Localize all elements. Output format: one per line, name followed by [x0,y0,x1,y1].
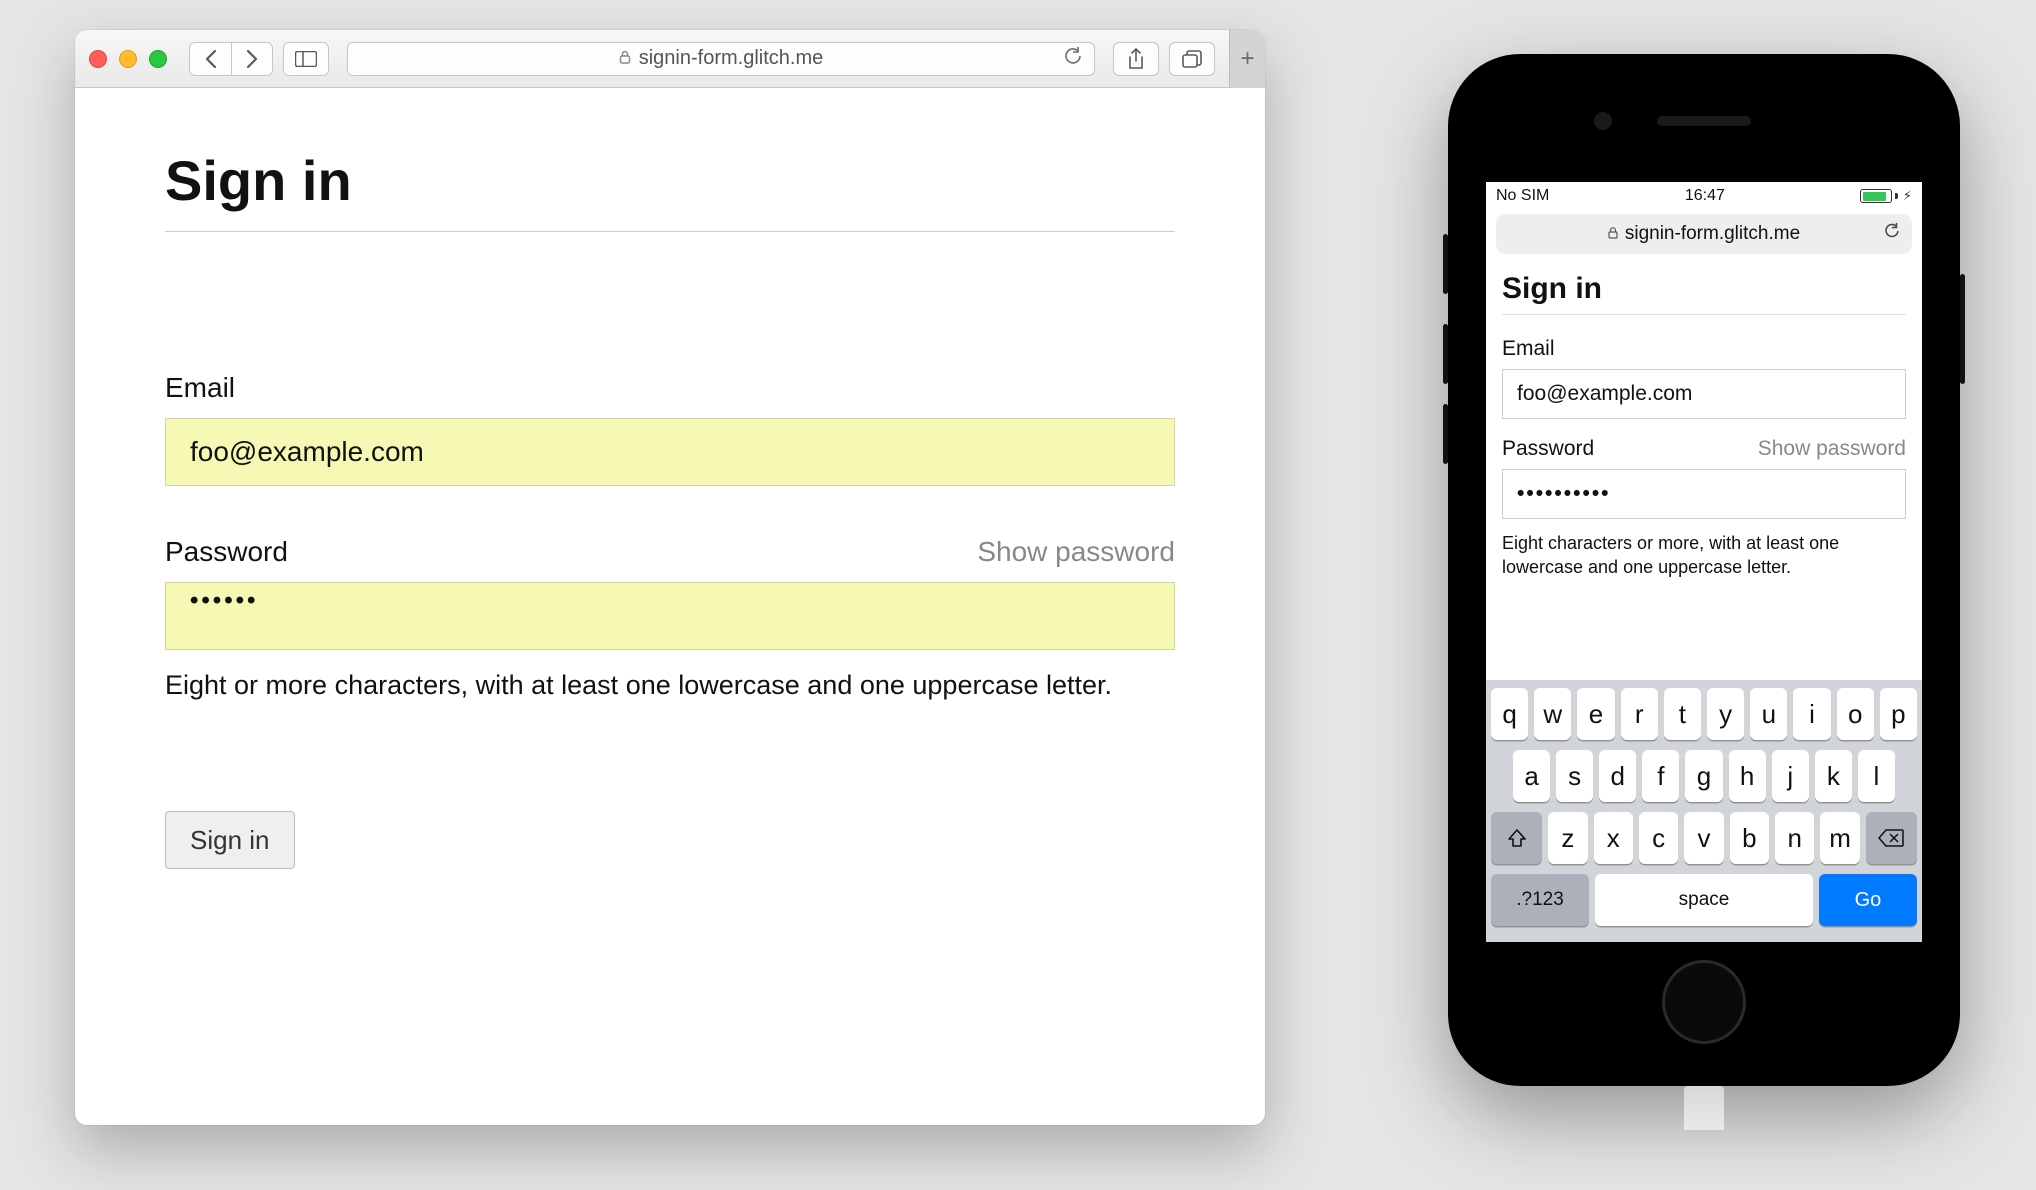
password-group: Password Show password •••••• Eight or m… [165,536,1175,701]
ios-url-text: signin-form.glitch.me [1625,223,1800,245]
key-b[interactable]: b [1730,812,1769,864]
keyboard-row-3: zxcvbnm [1491,812,1917,864]
ios-page-title: Sign in [1502,272,1906,315]
keyboard-row-2: asdfghjkl [1491,750,1917,802]
key-n[interactable]: n [1775,812,1814,864]
key-e[interactable]: e [1577,688,1614,740]
minimize-window-button[interactable] [119,50,137,68]
page-title: Sign in [165,148,1175,232]
key-f[interactable]: f [1642,750,1679,802]
nav-buttons [189,42,273,76]
email-input[interactable] [165,418,1175,486]
password-input[interactable]: •••••• [165,582,1175,650]
key-w[interactable]: w [1534,688,1571,740]
share-button[interactable] [1113,42,1159,76]
password-label: Password [165,536,288,568]
home-button[interactable] [1662,960,1746,1044]
key-g[interactable]: g [1685,750,1722,802]
key-k[interactable]: k [1815,750,1852,802]
ios-email-group: Email [1502,337,1906,419]
ios-address-bar[interactable]: signin-form.glitch.me [1496,214,1912,254]
maximize-window-button[interactable] [149,50,167,68]
url-text: signin-form.glitch.me [639,47,824,70]
key-r[interactable]: r [1621,688,1658,740]
iphone-screen: No SIM 16:47 ⚡︎ signin-form.glitch.me [1486,182,1922,942]
lock-icon [619,50,631,68]
lightning-cable [1684,1086,1724,1130]
sidebar-toggle-button[interactable] [283,42,329,76]
numeric-key[interactable]: .?123 [1491,874,1589,926]
tabs-button[interactable] [1169,42,1215,76]
safari-toolbar: signin-form.glitch.me + [75,30,1265,88]
key-x[interactable]: x [1594,812,1633,864]
key-y[interactable]: y [1707,688,1744,740]
ios-email-label: Email [1502,337,1555,361]
key-t[interactable]: t [1664,688,1701,740]
email-group: Email [165,372,1175,486]
ios-password-label: Password [1502,437,1594,461]
ios-password-value: •••••••••• [1517,482,1611,506]
key-u[interactable]: u [1750,688,1787,740]
status-time: 16:47 [1685,187,1725,205]
ios-email-input[interactable] [1502,369,1906,419]
ios-page-content: Sign in Email Password Show password •••… [1486,264,1922,606]
close-window-button[interactable] [89,50,107,68]
front-camera [1594,112,1612,130]
key-p[interactable]: p [1880,688,1917,740]
keyboard-row-1: qwertyuiop [1491,688,1917,740]
ios-password-input[interactable]: •••••••••• [1502,469,1906,519]
key-v[interactable]: v [1684,812,1723,864]
password-value: •••••• [190,587,258,614]
space-key[interactable]: space [1595,874,1813,926]
ios-keyboard-area: Done qwertyuiop asdfghjkl zxcvbnm [1486,896,1922,942]
password-hint: Eight or more characters, with at least … [165,670,1175,701]
window-controls [89,50,167,68]
shift-key[interactable] [1491,812,1542,864]
safari-window: signin-form.glitch.me + Sign in Email Pa… [75,30,1265,1125]
key-i[interactable]: i [1793,688,1830,740]
page-content: Sign in Email Password Show password •••… [75,88,1265,929]
key-j[interactable]: j [1772,750,1809,802]
speaker [1657,116,1751,126]
key-o[interactable]: o [1837,688,1874,740]
ios-password-hint: Eight characters or more, with at least … [1502,531,1906,580]
iphone-device: No SIM 16:47 ⚡︎ signin-form.glitch.me [1448,54,1960,1086]
keyboard-row-bottom: .?123 space Go [1491,874,1917,926]
go-key[interactable]: Go [1819,874,1917,926]
lock-icon [1608,227,1618,242]
email-label: Email [165,372,235,404]
reload-button[interactable] [1064,47,1082,71]
key-z[interactable]: z [1548,812,1587,864]
show-password-toggle[interactable]: Show password [977,536,1175,568]
address-bar[interactable]: signin-form.glitch.me [347,42,1095,76]
ios-password-group: Password Show password •••••••••• Eight … [1502,437,1906,580]
key-d[interactable]: d [1599,750,1636,802]
forward-button[interactable] [231,42,273,76]
ios-reload-button[interactable] [1884,223,1900,245]
key-s[interactable]: s [1556,750,1593,802]
key-m[interactable]: m [1820,812,1859,864]
carrier-text: No SIM [1496,187,1549,205]
key-l[interactable]: l [1858,750,1895,802]
signin-button[interactable]: Sign in [165,811,295,869]
key-c[interactable]: c [1639,812,1678,864]
key-a[interactable]: a [1513,750,1550,802]
new-tab-button[interactable]: + [1229,30,1265,88]
charging-icon: ⚡︎ [1903,188,1912,204]
key-h[interactable]: h [1729,750,1766,802]
ios-keyboard: qwertyuiop asdfghjkl zxcvbnm .?123 s p a c [1486,680,1922,942]
ios-status-bar: No SIM 16:47 ⚡︎ [1486,182,1922,210]
key-q[interactable]: q [1491,688,1528,740]
battery-indicator: ⚡︎ [1860,188,1912,204]
backspace-key[interactable] [1866,812,1917,864]
ios-show-password-toggle[interactable]: Show password [1758,437,1906,461]
back-button[interactable] [189,42,231,76]
